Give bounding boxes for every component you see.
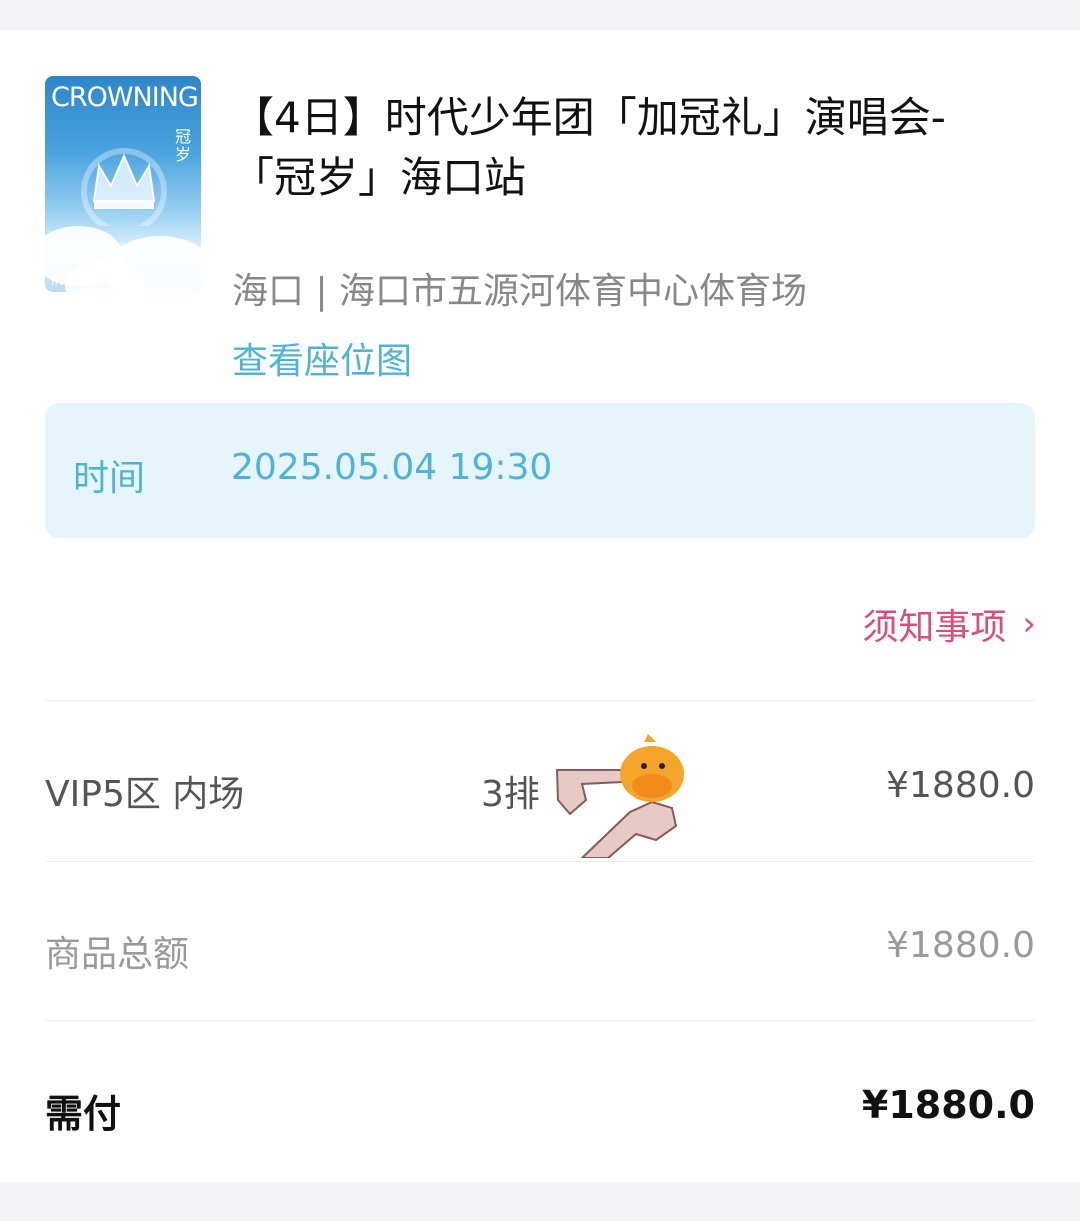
divider bbox=[45, 1020, 1035, 1021]
subtotal-value: ¥1880.0 bbox=[886, 925, 1035, 966]
ticket-row-number: 3排 bbox=[481, 774, 540, 815]
event-title: 【4日】时代少年团「加冠礼」演唱会-「冠岁」海口站 bbox=[232, 93, 946, 202]
ticket-zone: VIP5区 内场 bbox=[45, 774, 245, 815]
event-venue: 海口 | 海口市五源河体育中心体育场 bbox=[232, 271, 808, 312]
event-poster[interactable]: CROWNING 冠岁 IN bbox=[45, 76, 201, 292]
view-seat-map-link[interactable]: 查看座位图 bbox=[232, 332, 412, 384]
pointing-hand-duck-sticker bbox=[552, 730, 690, 858]
notice-label: 须知事项 bbox=[862, 607, 1007, 648]
time-label: 时间 bbox=[73, 458, 146, 499]
poster-vertical-text: 冠岁 bbox=[175, 127, 192, 164]
poster-title: CROWNING bbox=[51, 82, 199, 113]
order-card: CROWNING 冠岁 IN 【4日】时代少年团「加冠礼」演唱会-「冠岁」海口站… bbox=[0, 30, 1080, 1182]
subtotal-label: 商品总额 bbox=[45, 934, 190, 975]
poster-corner-text: IN bbox=[51, 274, 64, 288]
divider bbox=[45, 861, 1035, 862]
chevron-right-icon: › bbox=[1022, 604, 1036, 644]
ticket-price: ¥1880.0 bbox=[886, 765, 1035, 806]
payable-value: ¥1880.0 bbox=[861, 1083, 1035, 1127]
notice-link[interactable]: 须知事项 › bbox=[862, 598, 1036, 650]
time-value: 2025.05.04 19:30 bbox=[231, 447, 553, 488]
time-section: 时间 2025.05.04 19:30 bbox=[45, 403, 1035, 538]
divider bbox=[45, 700, 1035, 701]
crown-icon bbox=[81, 148, 167, 226]
payable-label: 需付 bbox=[45, 1092, 122, 1136]
